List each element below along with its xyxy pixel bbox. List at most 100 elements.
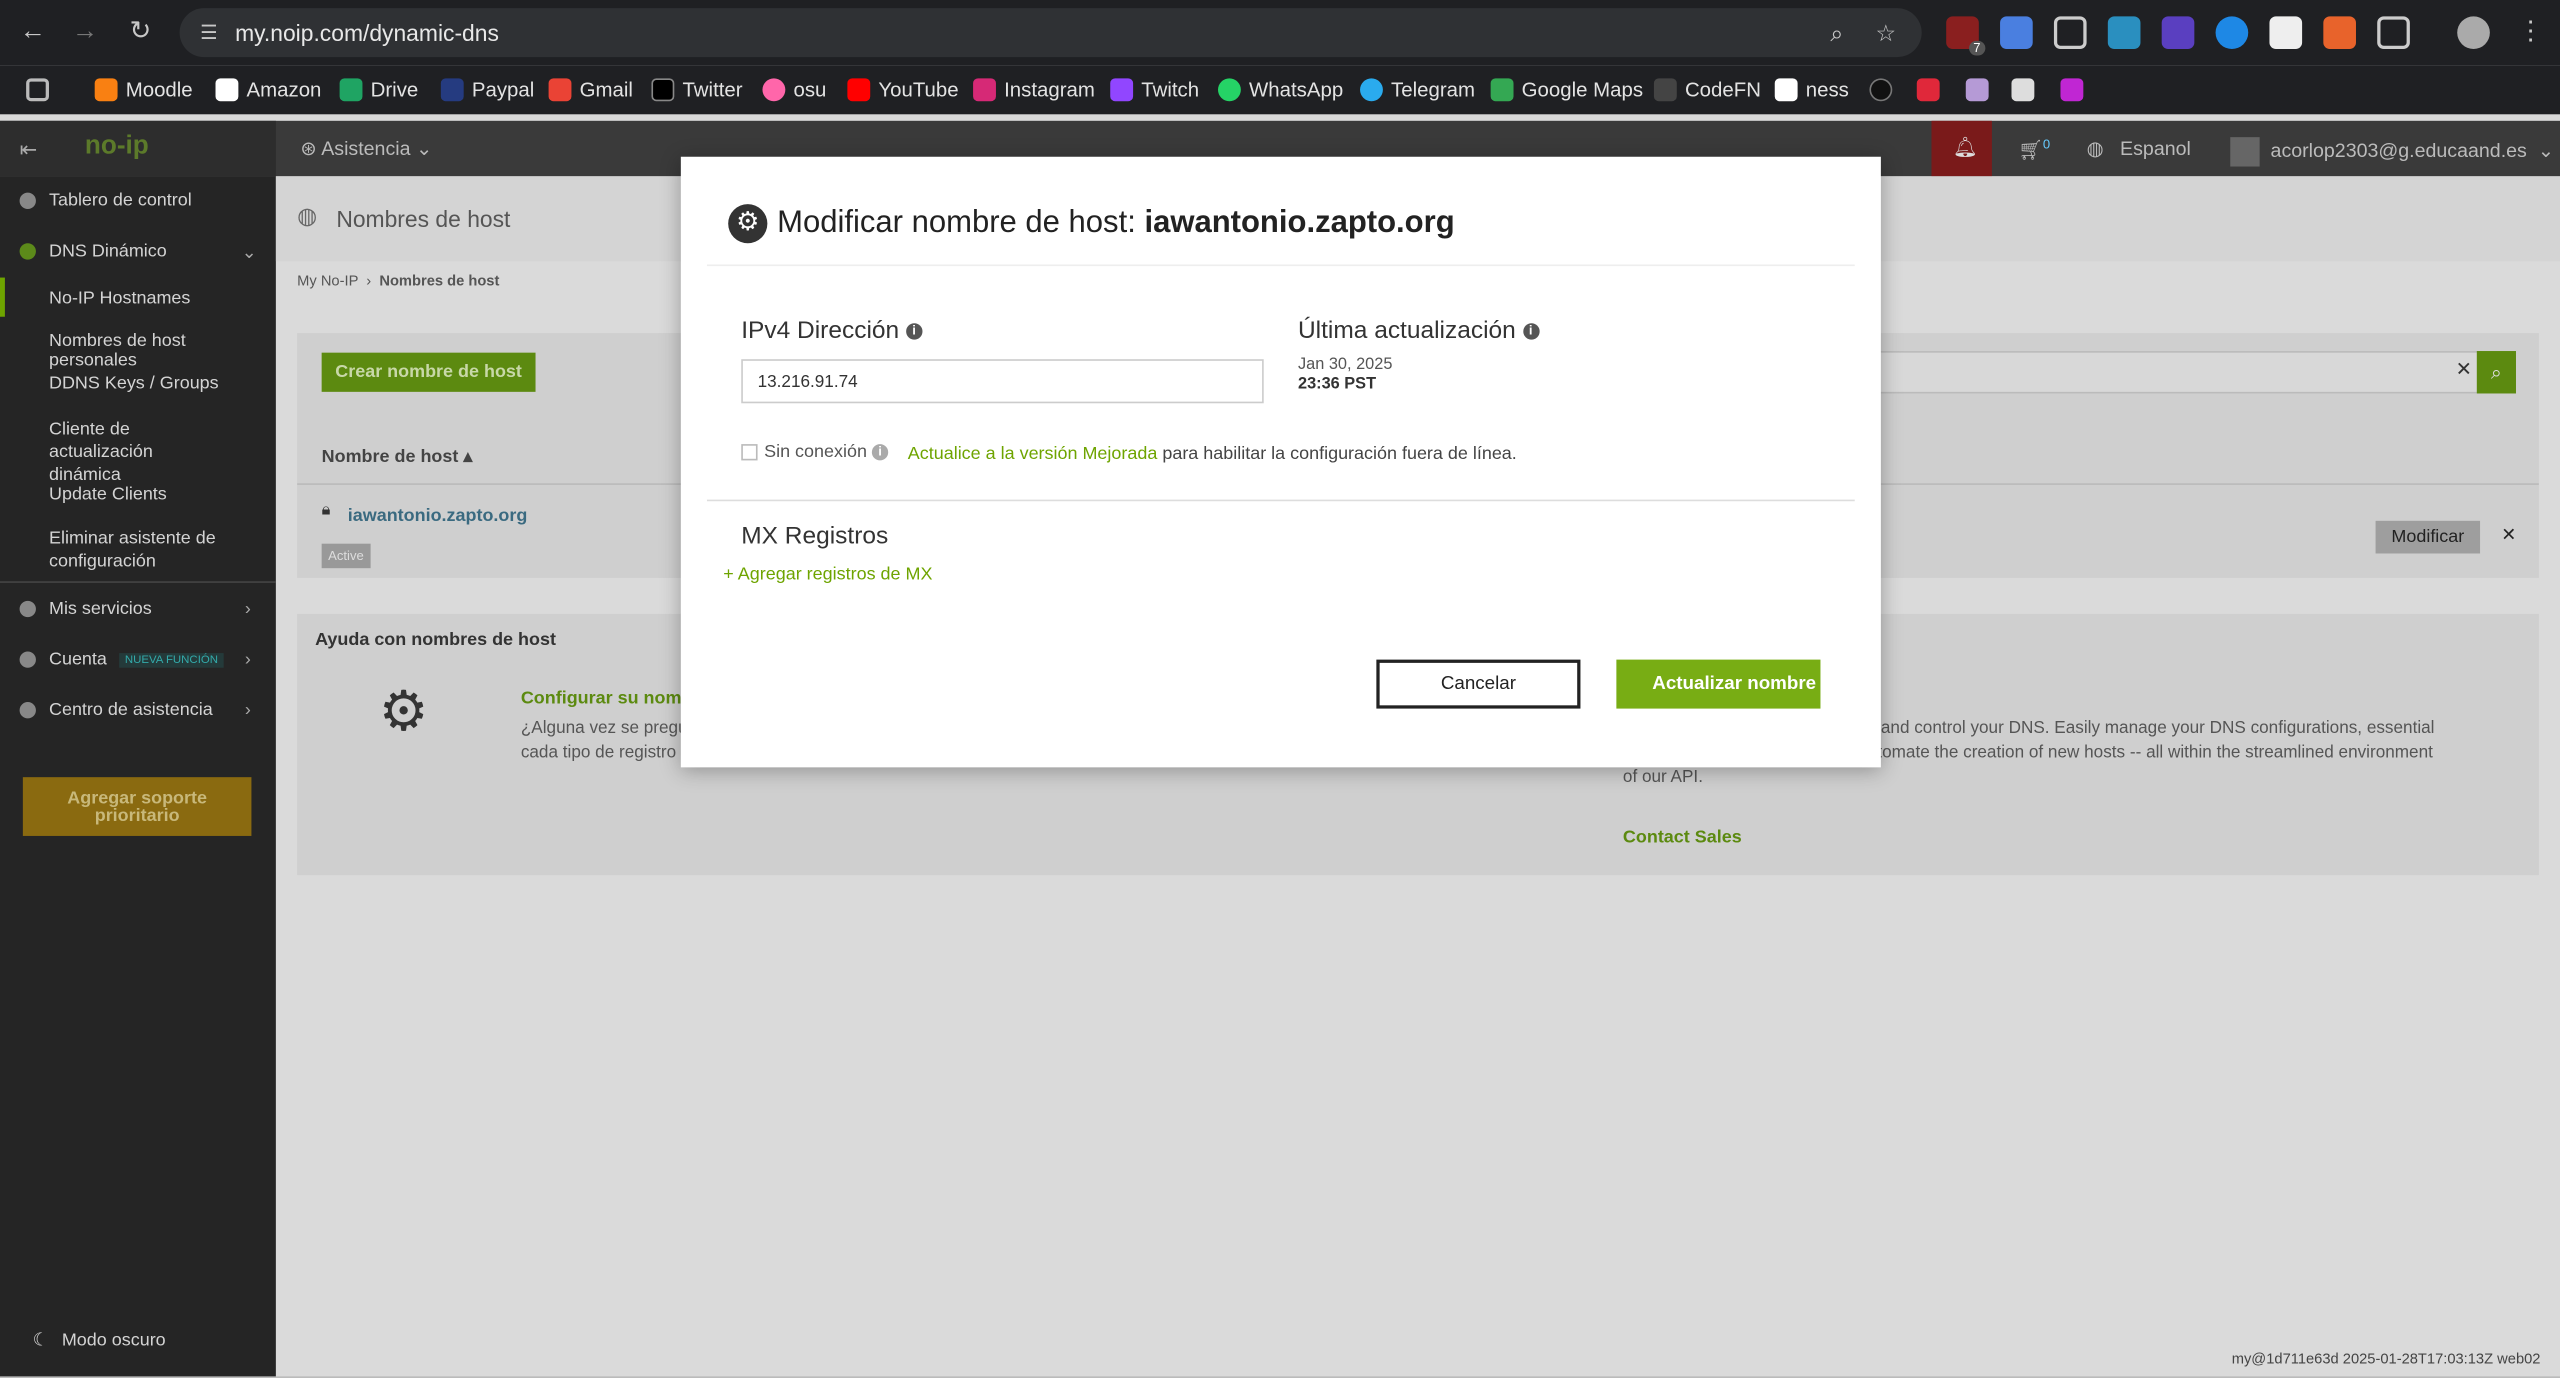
breadcrumb: My No-IP › Nombres de host — [297, 272, 500, 289]
modify-button[interactable]: Modificar — [2375, 520, 2481, 554]
menu-kebab-icon[interactable]: ⋮ — [2511, 13, 2550, 52]
add-mx-link[interactable]: + Agregar registros de MX — [723, 565, 932, 585]
url-text[interactable]: my.noip.com/dynamic-dns — [235, 20, 499, 46]
notifications-button[interactable]: 🔔︎ — [1931, 120, 1992, 177]
last-update-time: 23:36 PST — [1297, 375, 1377, 394]
cancel-button[interactable]: Cancelar — [1376, 659, 1581, 709]
sidebar-dns[interactable]: DNS Dinámico ⌄ — [19, 242, 257, 262]
chevron-right-icon: › — [244, 599, 251, 619]
chevron-right-icon: › — [244, 649, 251, 670]
forward-icon[interactable]: → — [65, 13, 104, 52]
sidebar-item-remove-wizard[interactable]: Eliminar asistente de configuración — [0, 527, 229, 573]
upgrade-link[interactable]: Actualice a la versión Mejorada — [908, 444, 1158, 464]
bookmark-star-icon[interactable]: ☆ — [1871, 18, 1900, 47]
x-icon — [651, 78, 675, 102]
plus-icon: + — [723, 564, 734, 585]
bookmark-drive[interactable]: Drive — [339, 75, 418, 104]
bookmark-twitch[interactable]: Twitch — [1110, 75, 1199, 104]
bookmark-icon-only[interactable] — [2011, 75, 2035, 104]
search-input[interactable] — [1815, 351, 2482, 394]
create-hostname-button[interactable]: Crear nombre de host — [321, 352, 536, 392]
extension-icon[interactable] — [2107, 16, 2141, 49]
info-icon[interactable]: i — [871, 444, 889, 461]
sidebar-item-ddns-keys[interactable]: DDNS Keys / Groups — [0, 374, 276, 394]
site-settings-icon[interactable]: ☰ — [196, 20, 222, 46]
clear-search-icon[interactable]: ✕ — [2456, 358, 2472, 381]
ublock-extension-icon[interactable]: 7 — [1946, 16, 1986, 56]
info-icon[interactable]: i — [1522, 323, 1539, 340]
hostname-link[interactable]: iawantonio.zapto.org — [348, 506, 528, 526]
search-icon[interactable]: ⌕ — [2476, 351, 2516, 394]
sidebar-toggle-icon[interactable]: ⇤ — [20, 137, 38, 163]
sidebar-account[interactable]: Cuenta NUEVA FUNCIÓN › — [19, 650, 251, 669]
bookmark-icon-only[interactable] — [1916, 75, 1940, 104]
sidebar-services[interactable]: Mis servicios › — [19, 599, 251, 619]
bookmark-icon-only[interactable] — [1869, 75, 1893, 104]
sidebar-dashboard[interactable]: Tablero de control — [19, 191, 192, 211]
sidebar-item-noip-hostnames[interactable]: No-IP Hostnames — [0, 289, 276, 309]
dark-mode-toggle[interactable]: ☾ Modo oscuro — [33, 1329, 166, 1350]
translate-extension-icon[interactable] — [2000, 16, 2033, 49]
info-icon[interactable]: i — [905, 323, 923, 340]
extensions-puzzle-icon[interactable] — [2377, 16, 2410, 49]
priority-support-button[interactable]: Agregar soporte prioritario — [22, 777, 252, 836]
delete-icon[interactable]: ✕ — [2501, 524, 2516, 546]
contact-sales-link[interactable]: Contact Sales — [1623, 828, 1742, 848]
youtube-icon — [847, 78, 871, 102]
bookmark-ness[interactable]: ness — [1774, 75, 1849, 104]
language-selector[interactable]: ◍ Espanol — [2087, 137, 2191, 160]
user-avatar — [2230, 137, 2260, 167]
cart-icon: 🛒︎ — [2018, 138, 2043, 162]
reload-icon[interactable]: ↻ — [121, 13, 160, 52]
modify-hostname-dialog: ⚙ Modificar nombre de host: iawantonio.z… — [680, 156, 1881, 768]
bookmark-youtube[interactable]: YouTube — [847, 75, 959, 104]
apps-grid-icon[interactable] — [26, 75, 49, 104]
bookmark-codefn[interactable]: CodeFN — [1653, 75, 1761, 104]
update-hostname-button[interactable]: Actualizar nombre de host — [1616, 659, 1821, 709]
sidebar-help-center[interactable]: Centro de asistencia › — [19, 700, 251, 720]
browser-toolbar: ← → ↻ ☰ my.noip.com/dynamic-dns ⌕ ☆ 7 ⋮ — [0, 0, 2560, 66]
noip-logo[interactable]: no-ip — [85, 132, 149, 161]
pip-extension-icon[interactable] — [2053, 16, 2087, 49]
sidebar-item-update-client[interactable]: Cliente de actualización dinámica — [0, 418, 229, 487]
column-header-hostname[interactable]: Nombre de host ▴ — [322, 446, 473, 467]
bookmark-icon-only[interactable] — [1965, 75, 1989, 104]
moon-icon: ☾ — [32, 1330, 49, 1351]
help-link[interactable]: Configurar su nomb — [521, 689, 693, 709]
sidebar-item-update-clients[interactable]: Update Clients — [0, 485, 276, 505]
user-menu[interactable]: acorlop2303@g.educaand.es ⌄ — [2230, 137, 2554, 167]
back-icon[interactable]: ← — [13, 13, 52, 52]
bookmark-paypal[interactable]: Paypal — [440, 75, 534, 104]
cart-button[interactable]: 🛒︎0 — [2018, 137, 2050, 161]
bookmark-icon — [2060, 78, 2084, 102]
assist-menu[interactable]: ⊛ Asistencia ⌄ — [300, 137, 432, 160]
page-title: Nombres de host — [336, 205, 511, 232]
extension-icon[interactable] — [2161, 16, 2195, 49]
api-text-1: and control your DNS. Easily manage your… — [1880, 718, 2435, 738]
bookmark-gmail[interactable]: Gmail — [548, 75, 633, 104]
globe-icon — [19, 243, 36, 260]
sidebar-item-personal-hostnames[interactable]: Nombres de host personales — [0, 331, 276, 370]
bookmark-twitter[interactable]: Twitter — [651, 75, 743, 104]
chevron-down-icon: ⌄ — [241, 242, 257, 263]
moodle-icon — [94, 78, 118, 102]
extension-icon[interactable] — [2323, 16, 2356, 49]
bookmark-whatsapp[interactable]: WhatsApp — [1217, 75, 1343, 104]
address-bar[interactable]: ☰ my.noip.com/dynamic-dns ⌕ ☆ — [179, 8, 1922, 58]
bookmark-icon-only[interactable] — [2060, 75, 2084, 104]
bookmark-google-maps[interactable]: Google Maps — [1490, 75, 1643, 104]
breadcrumb-root[interactable]: My No-IP — [297, 273, 358, 289]
ipv4-input[interactable]: 13.216.91.74 — [741, 359, 1264, 404]
zoom-icon[interactable]: ⌕ — [1822, 18, 1851, 47]
offline-checkbox[interactable] — [741, 444, 758, 461]
shazam-extension-icon[interactable] — [2215, 16, 2249, 49]
profile-avatar[interactable] — [2457, 16, 2490, 49]
gear-icon — [19, 600, 36, 618]
bookmark-instagram[interactable]: Instagram — [973, 75, 1095, 104]
bookmark-telegram[interactable]: Telegram — [1360, 75, 1475, 104]
bookmark-amazon[interactable]: Amazon — [215, 75, 321, 104]
bookmark-moodle[interactable]: Moodle — [94, 75, 193, 104]
extension-icon[interactable] — [2269, 16, 2303, 49]
bookmark-osu[interactable]: osu — [762, 75, 826, 104]
mx-title: MX Registros — [741, 522, 889, 551]
